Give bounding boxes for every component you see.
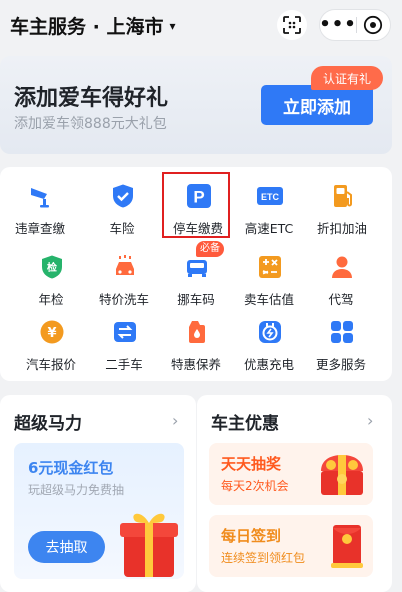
grid-icon bbox=[331, 321, 353, 343]
more-button[interactable]: ••• bbox=[319, 16, 356, 34]
add-car-banner[interactable]: 添加爱车得好礼 添加爱车领888元大礼包 立即添加 认证有礼 bbox=[0, 56, 392, 154]
top-bar: 车主服务 · 上海市 ▾ ••• bbox=[0, 0, 402, 52]
gift-box-icon bbox=[120, 513, 178, 577]
service-used-car[interactable]: 二手车 bbox=[86, 309, 162, 373]
chevron-down-icon: ▾ bbox=[169, 18, 176, 33]
service-label: 更多服务 bbox=[315, 357, 366, 372]
treasure-chest-icon bbox=[321, 455, 363, 495]
owner-perks-title[interactable]: 车主优惠 bbox=[211, 409, 279, 434]
service-car-wash[interactable]: 特价洗车 bbox=[86, 244, 162, 308]
service-annual-inspection[interactable]: 检 年检 bbox=[13, 244, 89, 308]
daily-checkin-item[interactable]: 每日签到 连续签到领红包 bbox=[209, 515, 373, 577]
superpower-title[interactable]: 超级马力 bbox=[14, 409, 82, 434]
oil-can-icon bbox=[189, 321, 205, 343]
driver-icon bbox=[332, 256, 352, 278]
chevron-right-icon[interactable]: › bbox=[367, 411, 373, 430]
service-fuel[interactable]: 折扣加油 bbox=[304, 173, 380, 237]
service-charging[interactable]: 优惠充电 bbox=[231, 309, 307, 373]
service-designated-driver[interactable]: 代驾 bbox=[303, 244, 379, 308]
service-label: 卖车估值 bbox=[243, 292, 294, 307]
lottery-subtitle: 每天2次机会 bbox=[221, 479, 289, 493]
fuel-pump-icon bbox=[334, 185, 352, 207]
service-maintenance[interactable]: 特惠保养 bbox=[158, 309, 234, 373]
close-circle-icon bbox=[364, 15, 383, 35]
move-car-icon bbox=[187, 260, 207, 277]
service-valuation[interactable]: 卖车估值 bbox=[231, 244, 307, 308]
daily-lottery-item[interactable]: 天天抽奖 每天2次机会 bbox=[209, 443, 373, 505]
service-violation[interactable]: 违章查缴 bbox=[2, 173, 78, 237]
service-label: 挪车码 bbox=[177, 292, 215, 307]
service-label: 二手车 bbox=[105, 357, 143, 372]
draw-button[interactable]: 去抽取 bbox=[28, 531, 105, 563]
chevron-right-icon[interactable]: › bbox=[172, 411, 178, 430]
etc-icon: ETC bbox=[257, 187, 283, 205]
promo-title: 6元现金红包 bbox=[28, 459, 114, 477]
svg-text:¥: ¥ bbox=[47, 326, 56, 341]
service-label: 年检 bbox=[38, 292, 64, 307]
superpower-card: 超级马力 › 6元现金红包 玩超级马力免费抽 去抽取 bbox=[0, 395, 196, 592]
service-label: 特惠保养 bbox=[170, 357, 221, 372]
inspection-icon: 检 bbox=[42, 255, 62, 279]
mini-program-capsule: ••• bbox=[319, 9, 391, 41]
banner-title: 添加爱车得好礼 bbox=[14, 86, 169, 111]
add-now-button[interactable]: 立即添加 bbox=[261, 85, 373, 125]
charging-plug-icon bbox=[259, 321, 281, 343]
close-button[interactable] bbox=[357, 15, 390, 35]
service-label: 车险 bbox=[109, 221, 135, 236]
used-car-icon bbox=[114, 322, 136, 342]
certify-gift-tag: 认证有礼 bbox=[311, 66, 383, 90]
scan-button[interactable] bbox=[277, 10, 307, 40]
camera-icon bbox=[31, 188, 49, 208]
calculator-icon bbox=[259, 256, 281, 278]
service-insurance[interactable]: 车险 bbox=[84, 173, 160, 237]
service-label: 汽车报价 bbox=[25, 357, 76, 372]
promo-subtitle: 玩超级马力免费抽 bbox=[28, 483, 125, 497]
service-label: 高速ETC bbox=[244, 221, 294, 236]
page-title: 车主服务 · 上海市 bbox=[10, 16, 164, 38]
service-label: 折扣加油 bbox=[316, 221, 367, 236]
service-etc[interactable]: ETC 高速ETC bbox=[231, 173, 307, 237]
checkin-subtitle: 连续签到领红包 bbox=[221, 551, 306, 565]
service-label: 违章查缴 bbox=[14, 221, 65, 236]
car-wash-icon bbox=[116, 255, 134, 275]
banner-subtitle: 添加爱车领888元大礼包 bbox=[14, 116, 167, 132]
service-label: 代驾 bbox=[328, 292, 354, 307]
svg-text:检: 检 bbox=[47, 261, 57, 274]
red-packet-promo[interactable]: 6元现金红包 玩超级马力免费抽 去抽取 bbox=[14, 443, 184, 579]
svg-text:ETC: ETC bbox=[261, 192, 280, 202]
shield-check-icon bbox=[113, 184, 133, 208]
checkin-title: 每日签到 bbox=[221, 527, 282, 545]
city-selector[interactable]: 车主服务 · 上海市 ▾ bbox=[10, 12, 175, 39]
service-more[interactable]: 更多服务 bbox=[303, 309, 379, 373]
service-label: 特价洗车 bbox=[98, 292, 149, 307]
service-label: 优惠充电 bbox=[243, 357, 294, 372]
red-envelope-icon bbox=[331, 525, 363, 568]
service-car-price[interactable]: ¥ 汽车报价 bbox=[13, 309, 89, 373]
scan-icon bbox=[283, 16, 301, 34]
parking-highlight-box bbox=[162, 172, 230, 238]
owner-perks-card: 车主优惠 › 天天抽奖 每天2次机会 每日签到 连续签到领红包 bbox=[197, 395, 392, 592]
yuan-coin-icon: ¥ bbox=[40, 320, 64, 344]
must-have-badge: 必备 bbox=[196, 241, 224, 257]
lottery-title: 天天抽奖 bbox=[221, 455, 282, 473]
